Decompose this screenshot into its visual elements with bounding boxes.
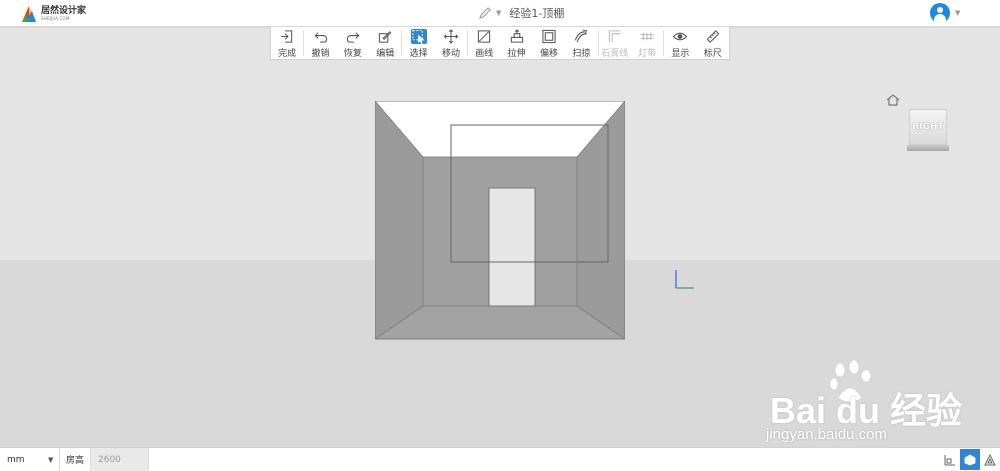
document-title: 经验1-顶棚 bbox=[509, 7, 565, 20]
view-cube-face[interactable]: RIGHT bbox=[909, 109, 947, 145]
chevron-down-icon[interactable]: ▼ bbox=[955, 9, 960, 17]
view-cube[interactable]: RIGHT bbox=[907, 107, 949, 153]
app-logo[interactable]: 居然设计家 SHEJIJIA.COM bbox=[20, 4, 90, 24]
sweep-button[interactable]: 扫掠 bbox=[565, 27, 597, 59]
ceiling-3d-scene[interactable] bbox=[375, 101, 625, 341]
tool-label: 画线 bbox=[475, 49, 494, 59]
tool-label: 恢复 bbox=[343, 49, 362, 59]
redo-button[interactable]: 恢复 bbox=[337, 27, 369, 59]
home-icon[interactable] bbox=[885, 93, 901, 107]
cube-view-icon bbox=[964, 454, 976, 465]
tool-label: 石膏线 bbox=[601, 49, 629, 59]
offset-icon bbox=[542, 29, 556, 44]
chevron-down-icon[interactable]: ▼ bbox=[48, 456, 53, 464]
move-button[interactable]: 移动 bbox=[435, 27, 467, 59]
redo-icon bbox=[346, 32, 360, 43]
tool-label: 拉伸 bbox=[507, 49, 526, 59]
plan-view-icon bbox=[944, 454, 955, 465]
status-bar: mm ▼ 房高 bbox=[0, 447, 1000, 471]
view-axon-button[interactable] bbox=[980, 449, 1000, 470]
doorway bbox=[488, 187, 536, 307]
logo-subtext: SHEJIJIA.COM bbox=[41, 16, 70, 21]
view-cube-base bbox=[907, 145, 949, 151]
tool-label: 灯带 bbox=[638, 49, 657, 59]
edit-icon bbox=[379, 31, 392, 43]
avatar[interactable] bbox=[930, 3, 950, 23]
extrude-button[interactable]: 拉伸 bbox=[500, 27, 532, 59]
light-strip-icon bbox=[640, 32, 654, 41]
user-menu[interactable]: ▼ bbox=[930, 3, 960, 23]
tool-label: 完成 bbox=[278, 49, 297, 59]
finish-button[interactable]: 完成 bbox=[271, 27, 303, 59]
tool-label: 选择 bbox=[409, 49, 428, 59]
baidu-watermark: Bai du 经验 jingyan.baidu.com bbox=[760, 360, 990, 445]
tool-label: 偏移 bbox=[540, 49, 559, 59]
draw-line-button[interactable]: 画线 bbox=[468, 27, 500, 59]
unit-select[interactable]: mm ▼ bbox=[0, 448, 60, 471]
axis-gizmo-icon bbox=[675, 270, 694, 289]
unit-value: mm bbox=[7, 454, 25, 465]
view-2d-button[interactable] bbox=[940, 449, 960, 470]
ruler-icon bbox=[706, 30, 720, 43]
document-title-area[interactable]: ▼ 经验1-顶棚 bbox=[478, 4, 564, 22]
view-3d-button[interactable] bbox=[960, 449, 980, 470]
ruler-button[interactable]: 标尺 bbox=[697, 27, 729, 59]
app-header: 居然设计家 SHEJIJIA.COM ▼ 经验1-顶棚 ▼ bbox=[0, 0, 1000, 27]
edit-button[interactable]: 编辑 bbox=[369, 27, 401, 59]
tool-label: 编辑 bbox=[376, 49, 395, 59]
tool-label: 标尺 bbox=[703, 49, 722, 59]
display-button[interactable]: 显示 bbox=[664, 27, 696, 59]
room-height-input[interactable] bbox=[91, 448, 149, 471]
draw-line-icon bbox=[478, 30, 491, 43]
logo-mark-icon bbox=[22, 6, 36, 22]
select-icon bbox=[410, 29, 427, 44]
light-strip-button[interactable]: 灯带 bbox=[631, 27, 663, 59]
display-icon bbox=[673, 32, 688, 41]
offset-button[interactable]: 偏移 bbox=[533, 27, 565, 59]
select-button[interactable]: 选择 bbox=[402, 27, 434, 59]
tool-label: 移动 bbox=[441, 49, 460, 59]
finish-icon bbox=[281, 30, 293, 43]
tool-label: 显示 bbox=[671, 49, 690, 59]
tool-label: 撤销 bbox=[311, 49, 330, 59]
plaster-line-button[interactable]: 石膏线 bbox=[599, 27, 631, 59]
main-toolbar: 完成 撤销 恢复 编辑 选择 移动 画线 拉伸 偏移 扫掠 石膏线 灯带 显示 … bbox=[270, 27, 730, 60]
pencil-icon[interactable] bbox=[478, 6, 492, 20]
sweep-icon bbox=[575, 29, 588, 43]
tool-label: 扫掠 bbox=[572, 49, 591, 59]
axonometric-view-icon bbox=[984, 453, 996, 465]
watermark-url: jingyan.baidu.com bbox=[766, 426, 887, 443]
logo-text: 居然设计家 bbox=[41, 6, 87, 16]
undo-button[interactable]: 撤销 bbox=[304, 27, 336, 59]
undo-icon bbox=[314, 32, 327, 43]
move-icon bbox=[443, 29, 459, 44]
chevron-down-icon[interactable]: ▼ bbox=[496, 9, 501, 17]
plaster-line-icon bbox=[608, 30, 621, 43]
extrude-icon bbox=[510, 29, 523, 43]
room-height-label: 房高 bbox=[60, 448, 91, 471]
